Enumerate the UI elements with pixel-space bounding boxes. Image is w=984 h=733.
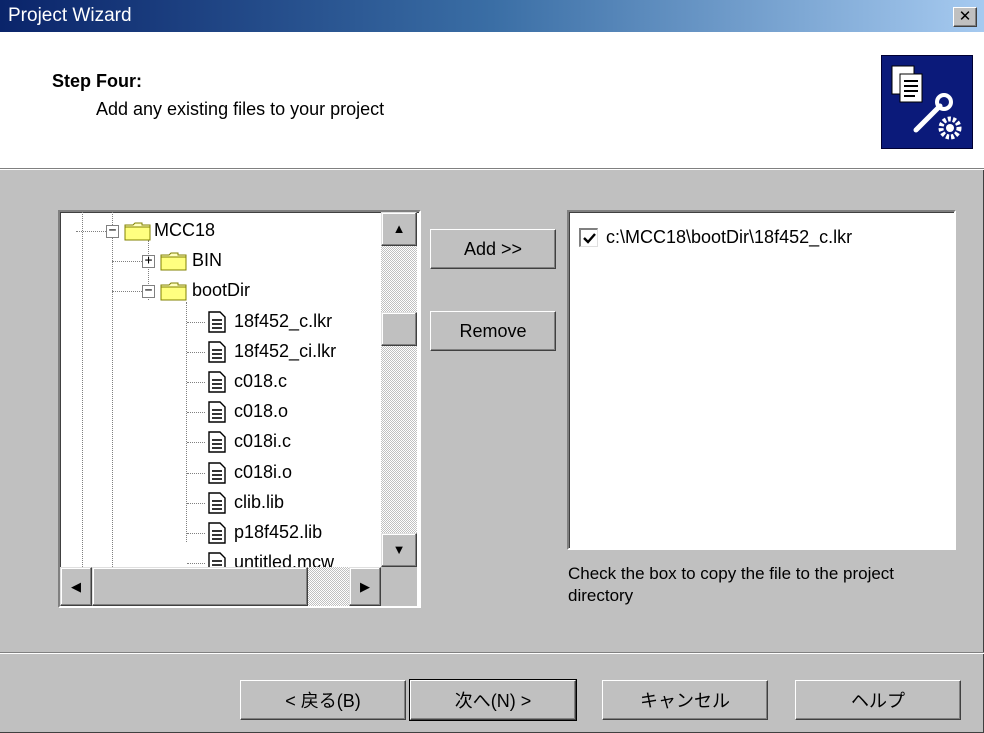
tree-file-item[interactable]: c018.c [60,367,381,397]
checkmark-icon [583,233,596,244]
file-icon [208,492,226,514]
tree-item-label: MCC18 [154,220,216,240]
file-icon [208,552,226,567]
footer-divider [0,652,984,654]
tree-file-item[interactable]: c018.o [60,397,381,427]
tree-item-label: c018.c [234,371,288,391]
tree-item-label: bootDir [192,280,251,301]
scroll-down-button[interactable]: ▼ [381,533,417,567]
tree-file-item[interactable]: 18f452_ci.lkr [60,337,381,367]
expand-icon[interactable]: + [142,254,155,269]
tree-file-item[interactable]: p18f452.lib [60,518,381,548]
tree-item-label: c018.o [234,401,289,422]
file-icon [208,401,226,423]
file-icon [208,431,226,454]
scroll-thumb-horizontal[interactable] [92,567,308,606]
file-icon [208,371,226,393]
tree-folder-item[interactable]: − bootDir [60,276,381,306]
add-button[interactable]: Add >> [430,229,556,269]
tree-file-item[interactable]: c018i.o [60,458,381,488]
add-button-label: Add >> [463,238,523,259]
tree-branch-line [187,563,205,565]
help-button[interactable]: ヘルプ [795,680,961,720]
tree-item-label: clib.lib [234,491,285,512]
project-wizard-tools-icon [881,55,973,149]
remove-button-label: Remove [459,320,527,341]
next-button-label: 次へ(N) > [454,691,532,711]
file-icon [208,461,226,484]
tree-branch-line [187,321,205,323]
collapse-icon[interactable]: − [106,224,119,238]
copy-file-checkbox[interactable] [579,228,598,247]
tree-horizontal-scrollbar[interactable]: ◀ ▶ [60,567,381,606]
tree-branch-line [187,382,205,383]
list-item-label: c:\MCC18\bootDir\18f452_c.lkr [606,227,853,247]
scroll-up-button[interactable]: ▲ [381,212,417,246]
title-bar[interactable]: Project Wizard ✕ [0,0,984,32]
step-title: Step Four: [52,71,142,91]
back-button-label: < 戻る(B) [285,691,361,711]
folder-icon [124,222,151,241]
wizard-header: Step Four: Add any existing files to you… [0,32,984,170]
tree-item-label: untitled.mcw [234,552,335,567]
scrollbar-corner [381,567,417,606]
file-icon [208,310,226,333]
tree-item-label: 18f452_c.lkr [234,310,333,331]
tree-file-item[interactable]: untitled.mcw [60,548,381,567]
tree-file-item[interactable]: c018i.c [60,427,381,457]
step-description: Add any existing files to your project [96,99,385,119]
window-title: Project Wizard [8,5,132,26]
project-files-list[interactable]: c:\MCC18\bootDir\18f452_c.lkr [567,210,956,550]
tree-file-item[interactable]: clib.lib [60,488,381,518]
tree-branch-line [187,502,205,504]
file-icon [208,341,226,363]
tree-folder-item[interactable]: − MCC18 [60,216,381,246]
next-button[interactable]: 次へ(N) > [409,679,577,721]
tree-branch-line [187,442,205,444]
help-button-label: ヘルプ [851,691,905,711]
tree-branch-line [112,291,142,293]
file-tree-content: − MCC18 + BIN − bootDir 18f452_c.lkr 18f452_ci.… [60,212,381,567]
tree-branch-line [112,261,142,263]
collapse-icon[interactable]: − [142,284,155,299]
folder-icon [160,252,187,271]
tree-item-label: BIN [192,250,223,271]
tree-branch-line [76,231,106,232]
tree-branch-line [187,533,205,534]
tree-branch-line [187,472,205,474]
file-icon [208,522,226,544]
project-wizard-dialog: Project Wizard ✕ Step Four: Add any exis… [0,0,984,733]
tree-vertical-scrollbar[interactable]: ▲ ▼ [381,212,417,567]
scroll-thumb-vertical[interactable] [381,312,417,346]
tree-item-label: c018i.c [234,431,292,452]
back-button[interactable]: < 戻る(B) [240,680,406,720]
close-button[interactable]: ✕ [953,7,977,27]
tree-branch-line [187,351,205,353]
tree-item-label: 18f452_ci.lkr [234,340,337,361]
tree-item-label: c018i.o [234,461,293,482]
cancel-button-label: キャンセル [640,691,730,711]
file-tree-view[interactable]: − MCC18 + BIN − bootDir 18f452_c.lkr 18f452_ci.… [58,210,421,608]
tree-item-label: p18f452.lib [234,522,323,542]
folder-icon [160,282,187,301]
cancel-button[interactable]: キャンセル [602,680,768,720]
remove-button[interactable]: Remove [430,311,556,351]
tree-file-item[interactable]: 18f452_c.lkr [60,307,381,337]
copy-hint-text: Check the box to copy the file to the pr… [568,564,895,605]
tree-branch-line [187,412,205,414]
scroll-left-button[interactable]: ◀ [60,567,92,606]
scroll-right-button[interactable]: ▶ [349,567,381,606]
tree-folder-item[interactable]: + BIN [60,246,381,276]
